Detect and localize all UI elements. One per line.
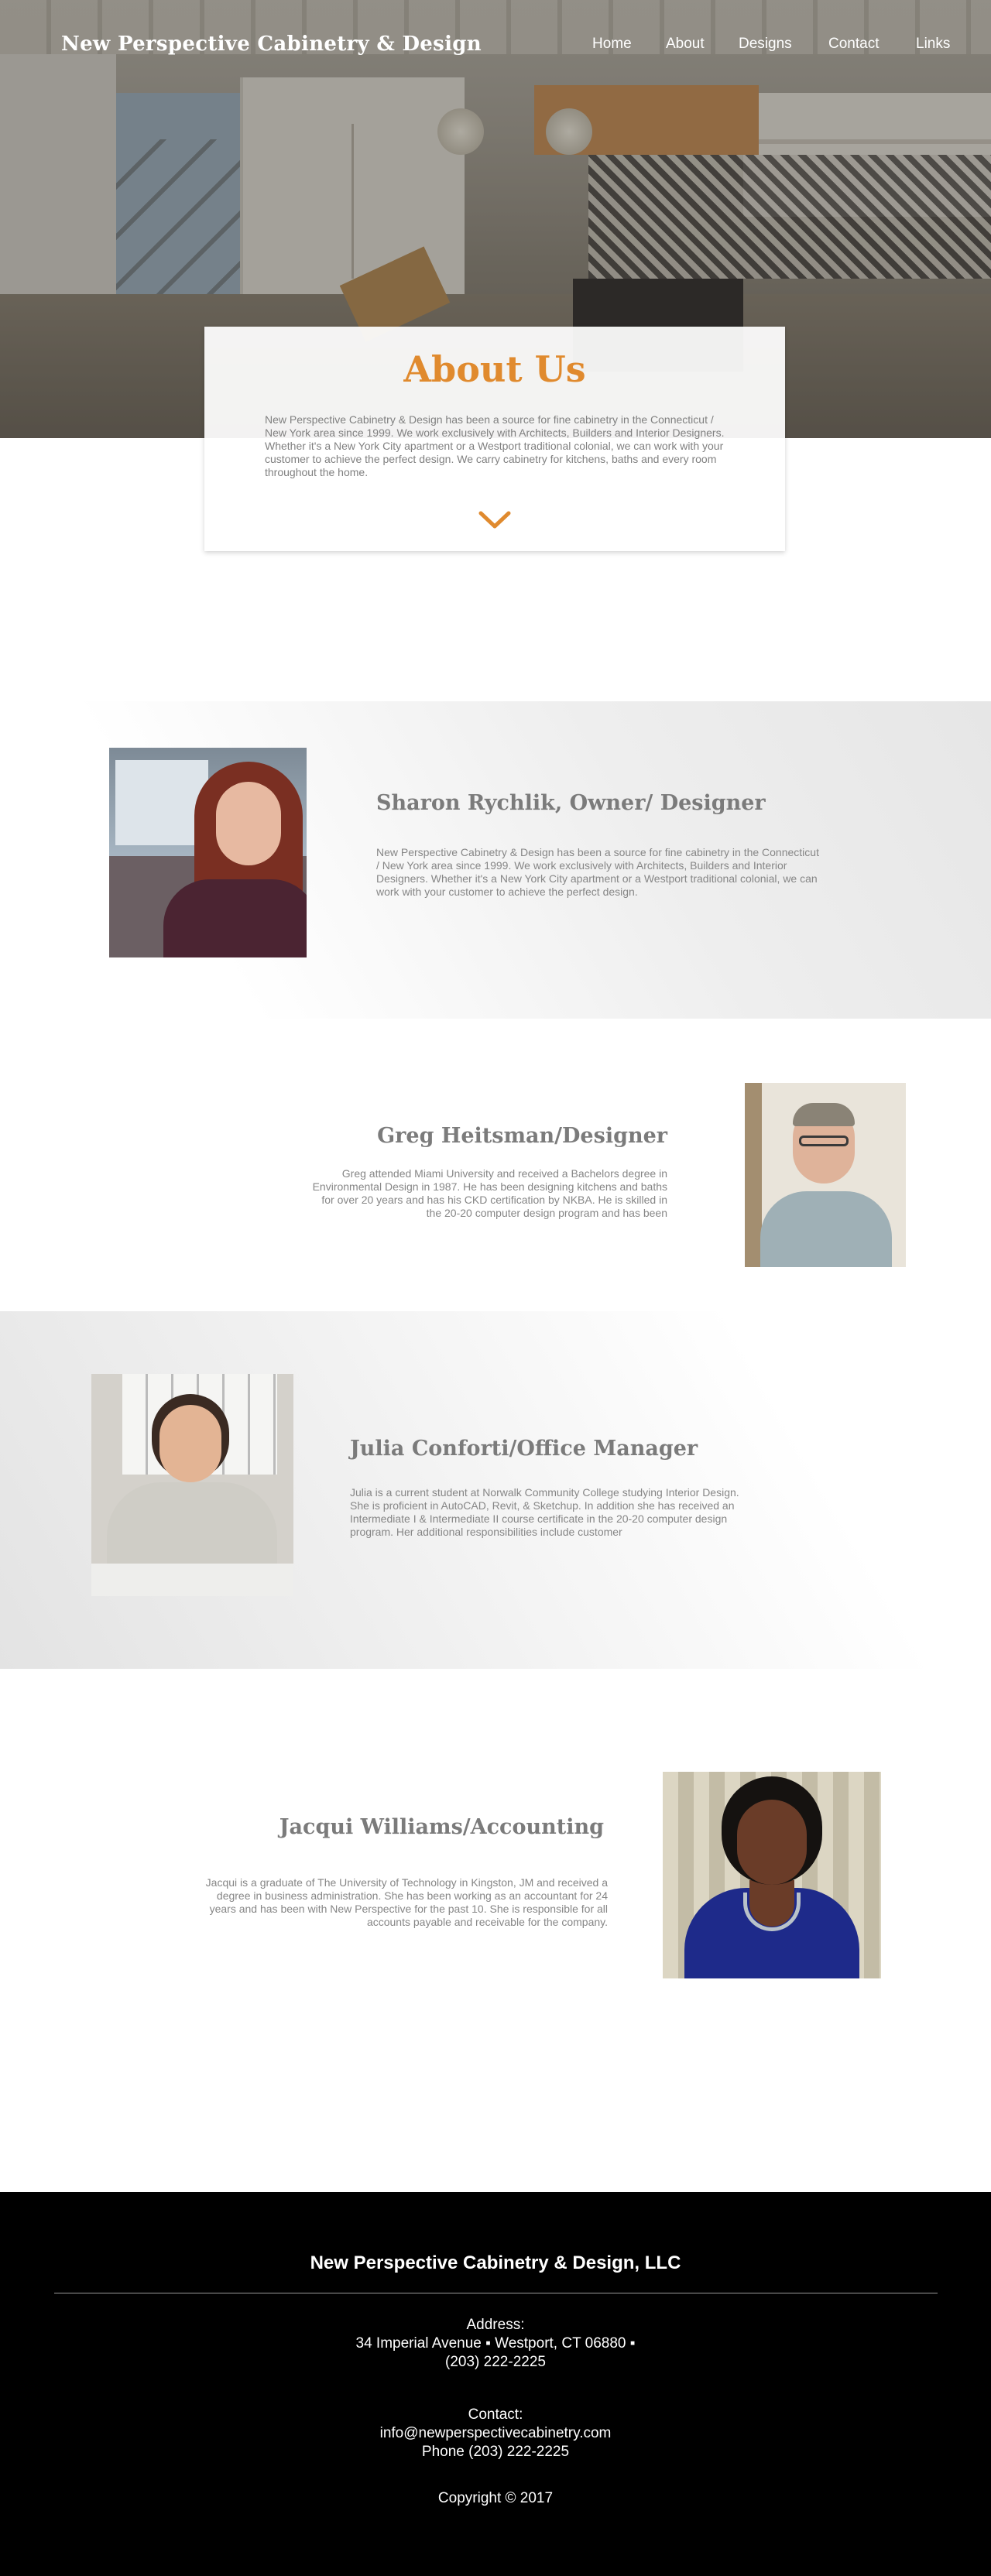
- main-nav: Home About Designs Contact Links: [0, 36, 991, 59]
- footer-email-link[interactable]: info@newperspectivecabinetry.com: [0, 2424, 991, 2443]
- about-card: About Us New Perspective Cabinetry & Des…: [204, 327, 785, 551]
- nav-home[interactable]: Home: [592, 36, 632, 53]
- nav-contact[interactable]: Contact: [828, 36, 879, 53]
- greg-photo: [745, 1083, 906, 1267]
- julia-photo: [91, 1374, 293, 1596]
- footer-contact-label: Contact:: [468, 2406, 523, 2423]
- jacqui-photo: [663, 1772, 881, 1978]
- about-text: New Perspective Cabinetry & Design has b…: [265, 413, 725, 478]
- footer-phone: Phone (203) 222-2225: [421, 2444, 570, 2460]
- member-name: Julia Conforti/Office Manager: [350, 1437, 698, 1461]
- footer-address-label: Address:: [466, 2317, 525, 2333]
- chevron-down-icon[interactable]: [478, 509, 511, 531]
- nav-links[interactable]: Links: [916, 36, 950, 53]
- nav-about[interactable]: About: [666, 36, 705, 53]
- footer-address-phone: (203) 222-2225: [445, 2354, 546, 2370]
- member-name: Jacqui Williams/Accounting: [279, 1815, 604, 1839]
- member-name: Greg Heitsman/Designer: [377, 1124, 667, 1148]
- footer-company-name: New Perspective Cabinetry & Design, LLC: [310, 2252, 681, 2273]
- member-bio: Julia is a current student at Norwalk Co…: [350, 1486, 739, 1538]
- member-name: Sharon Rychlik, Owner/ Designer: [376, 791, 766, 815]
- footer-address: 34 Imperial Avenue ▪ Westport, CT 06880 …: [355, 2335, 636, 2352]
- site-footer: New Perspective Cabinetry & Design, LLC …: [0, 2192, 991, 2576]
- about-title: About Us: [403, 348, 586, 390]
- footer-copyright: Copyright © 2017: [437, 2490, 554, 2506]
- member-bio: New Perspective Cabinetry & Design has b…: [376, 846, 819, 898]
- nav-designs[interactable]: Designs: [739, 36, 792, 53]
- member-bio: Jacqui is a graduate of The University o…: [205, 1876, 608, 1928]
- member-bio: Greg attended Miami University and recei…: [312, 1167, 667, 1219]
- sharon-photo: [109, 748, 307, 957]
